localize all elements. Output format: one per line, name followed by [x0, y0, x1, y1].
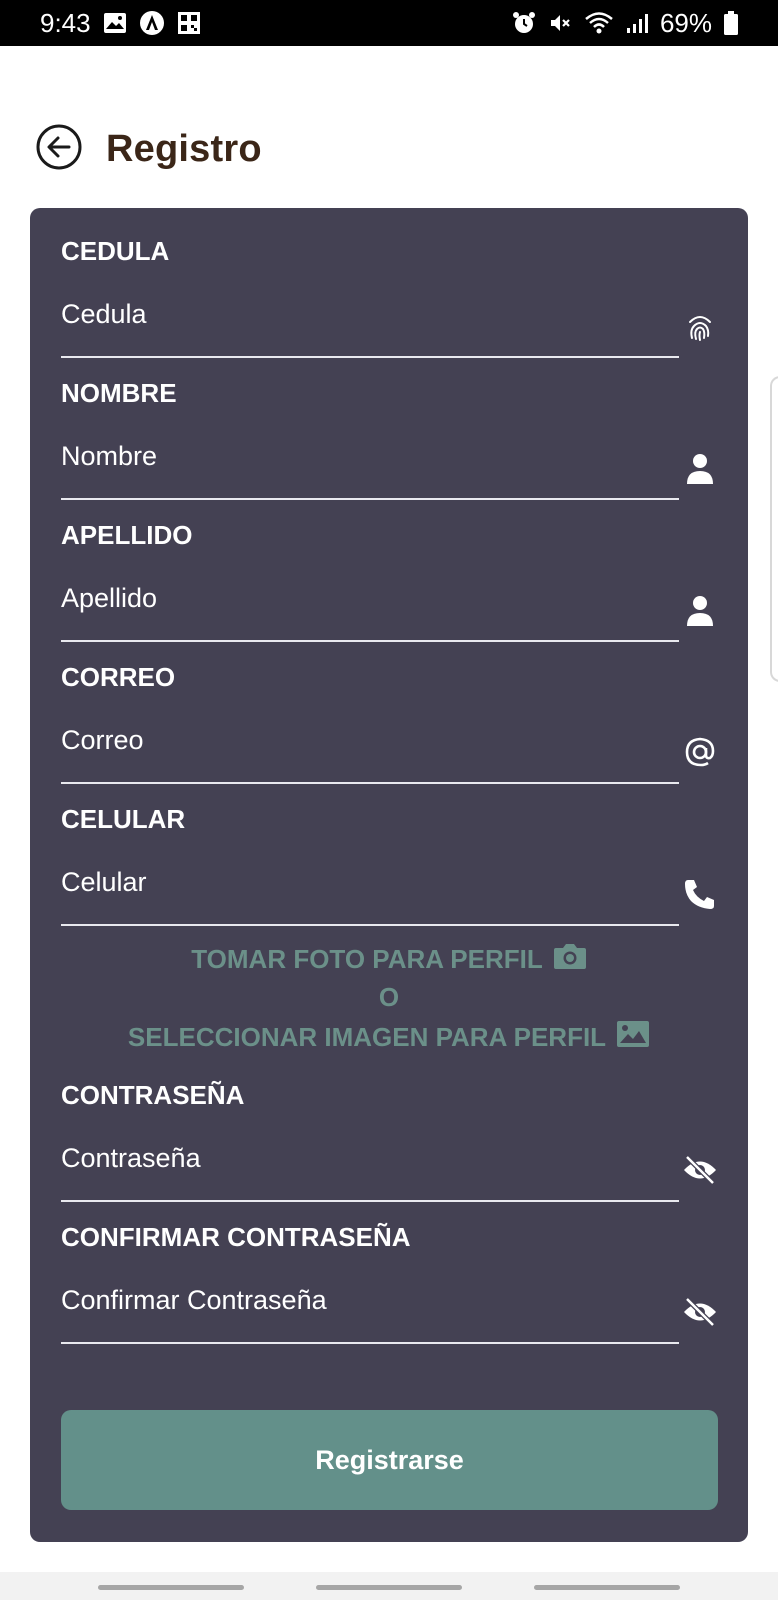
status-time: 9:43 — [40, 7, 91, 38]
fingerprint-icon — [680, 306, 720, 346]
status-bar: 9:43 69% — [0, 0, 778, 46]
edge-panel-handle[interactable] — [770, 376, 778, 682]
correo-input[interactable] — [61, 712, 679, 768]
autopilot-icon — [139, 10, 165, 36]
eye-slash-icon[interactable] — [680, 1150, 720, 1190]
image-icon — [103, 12, 127, 34]
arrow-left-circle-icon — [35, 123, 83, 176]
take-photo-label: TOMAR FOTO PARA PERFIL — [191, 944, 543, 974]
correo-label: CORREO — [61, 662, 176, 692]
select-image-label: SELECCIONAR IMAGEN PARA PERFIL — [127, 1022, 607, 1052]
page-title: Registro — [106, 128, 262, 170]
nombre-underline — [61, 498, 679, 500]
cedula-underline — [61, 356, 679, 358]
nav-home-button[interactable] — [316, 1585, 462, 1590]
alarm-icon — [512, 11, 536, 35]
password-input[interactable] — [61, 1130, 679, 1186]
celular-label: CELULAR — [61, 804, 186, 834]
status-bar-left: 9:43 — [40, 8, 201, 39]
password-label: CONTRASEÑA — [61, 1080, 245, 1110]
apellido-underline — [61, 640, 679, 642]
confirm-password-input[interactable] — [61, 1272, 679, 1328]
cedula-label: CEDULA — [61, 236, 170, 266]
image-icon — [616, 1020, 650, 1055]
at-icon — [680, 732, 720, 772]
battery-icon — [724, 11, 738, 35]
nombre-label: NOMBRE — [61, 378, 177, 408]
take-photo-link[interactable]: TOMAR FOTO PARA PERFIL — [30, 942, 748, 977]
nombre-input[interactable] — [61, 428, 679, 484]
apellido-input[interactable] — [61, 570, 679, 626]
password-underline — [61, 1200, 679, 1202]
registration-form: CEDULA NOMBRE APELLIDO CORREO CELULAR — [30, 208, 748, 1542]
celular-underline — [61, 924, 679, 926]
celular-input[interactable] — [61, 854, 679, 910]
confirm-password-label: CONFIRMAR CONTRASEÑA — [61, 1222, 411, 1252]
user-icon — [680, 590, 720, 630]
battery-percent: 69% — [659, 7, 712, 38]
eye-slash-icon[interactable] — [680, 1292, 720, 1332]
cedula-input[interactable] — [61, 286, 679, 342]
nav-back-button[interactable] — [534, 1585, 680, 1590]
correo-underline — [61, 782, 679, 784]
app-header: Registro — [0, 46, 778, 206]
nav-recents-button[interactable] — [98, 1585, 244, 1590]
camera-icon — [553, 942, 587, 977]
photo-or-separator: O — [378, 982, 400, 1012]
user-icon — [680, 448, 720, 488]
register-button[interactable]: Registrarse — [61, 1410, 718, 1510]
system-nav-bar — [0, 1572, 778, 1600]
qr-icon — [177, 11, 201, 35]
apellido-label: APELLIDO — [61, 520, 193, 550]
back-button[interactable] — [35, 123, 83, 176]
wifi-icon — [584, 11, 614, 35]
mute-icon — [548, 11, 572, 35]
phone-icon — [680, 874, 720, 914]
select-image-link[interactable]: SELECCIONAR IMAGEN PARA PERFIL — [30, 1020, 748, 1055]
status-bar-right: 69% — [512, 8, 738, 39]
signal-icon — [626, 12, 648, 34]
confirm-password-underline — [61, 1342, 679, 1344]
